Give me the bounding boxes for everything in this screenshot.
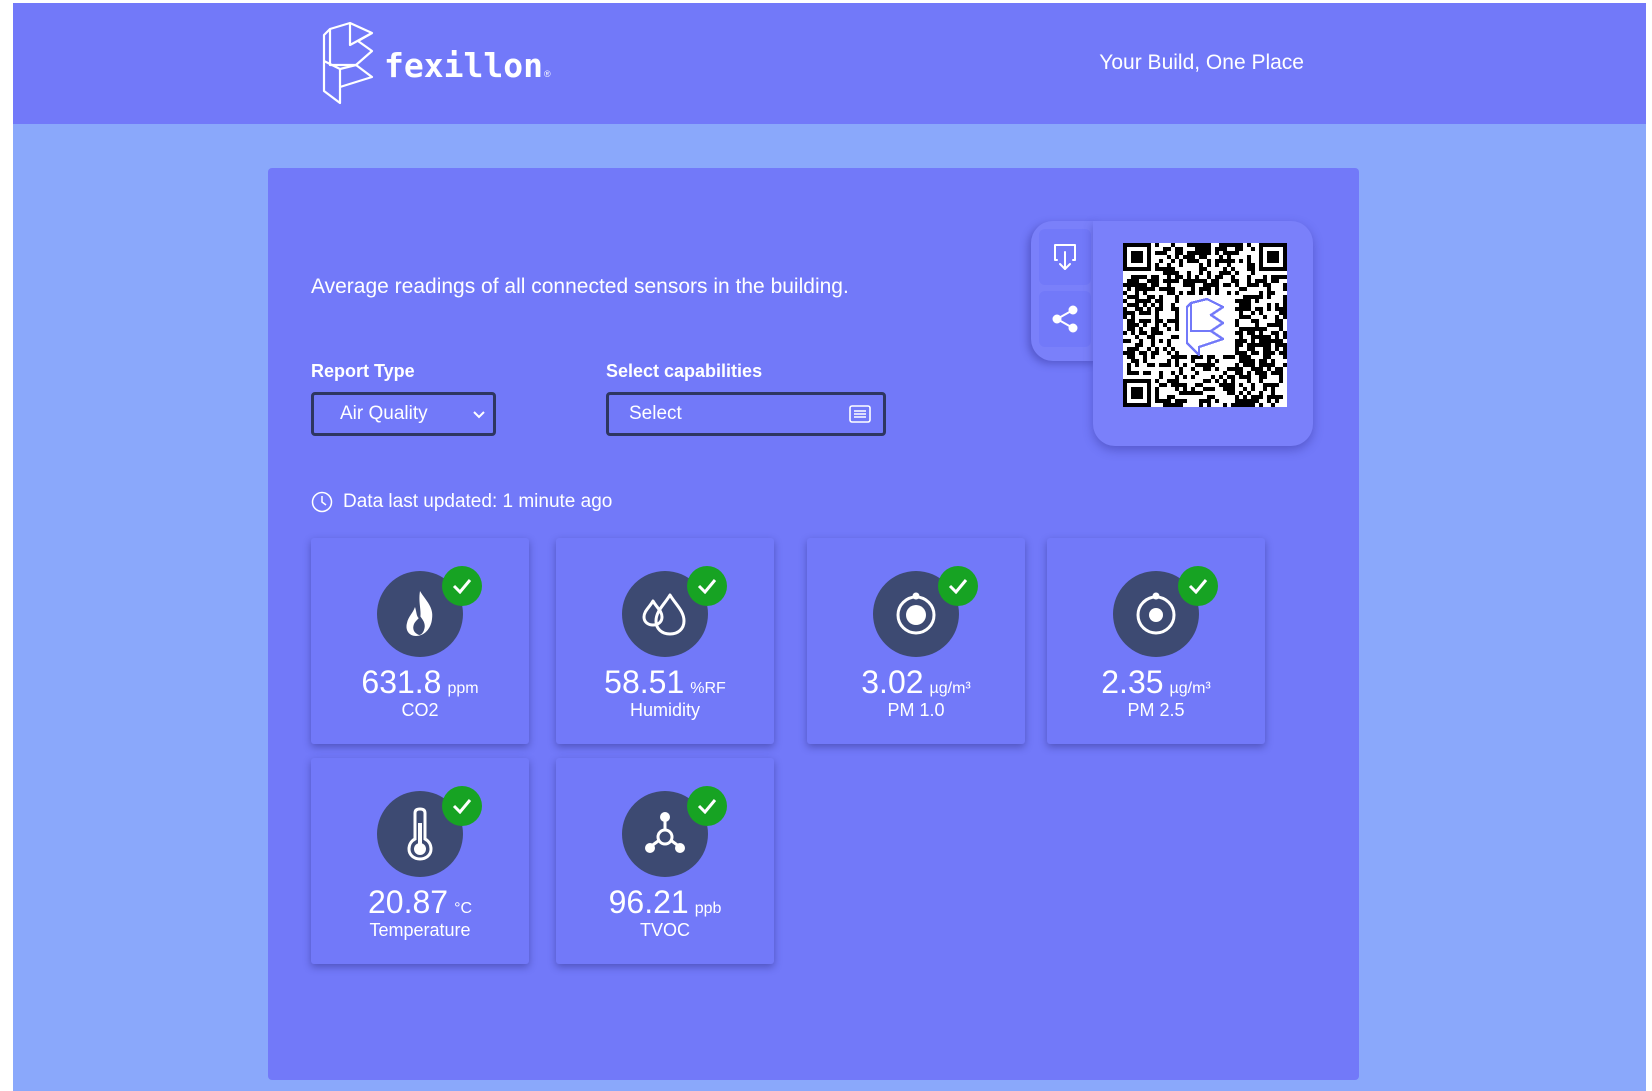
clock-icon — [311, 491, 333, 513]
reading-value: 3.02 — [861, 664, 924, 700]
share-button[interactable] — [1039, 291, 1091, 347]
reading-label: PM 1.0 — [887, 700, 945, 720]
reading-value: 20.87 — [367, 884, 449, 920]
reading-card-temperature[interactable]: 20.87 °C Temperature — [311, 758, 529, 964]
logo-text: fexillon — [384, 46, 543, 85]
status-ok-icon — [687, 566, 727, 606]
qr-actions — [1031, 221, 1099, 361]
chevron-down-icon — [473, 411, 485, 419]
status-ok-icon — [938, 566, 978, 606]
particle-icon — [896, 592, 936, 635]
report-type-value: Air Quality — [340, 403, 428, 424]
qr-card — [1093, 221, 1313, 446]
logo[interactable]: fexillon ® — [320, 21, 551, 106]
reading-unit: µg/m³ — [1169, 680, 1211, 697]
reading-value-row: 58.51 %RF — [556, 666, 774, 698]
reading-value: 631.8 — [361, 664, 442, 700]
thermometer-icon — [407, 807, 433, 861]
report-type-select[interactable]: Air Quality — [311, 392, 496, 436]
reading-value-row: 96.21 ppb — [556, 886, 774, 918]
download-button[interactable] — [1039, 229, 1091, 285]
status-ok-icon — [1178, 566, 1218, 606]
status-ok-icon — [687, 786, 727, 826]
report-type-label: Report Type — [311, 361, 415, 381]
list-icon — [849, 405, 871, 423]
status-ok-icon — [442, 566, 482, 606]
reading-label: Temperature — [369, 920, 471, 940]
fexillon-logo-icon — [322, 21, 374, 105]
molecule-icon — [645, 812, 685, 853]
qr-code[interactable] — [1123, 243, 1287, 407]
reading-value-row: 3.02 µg/m³ — [807, 666, 1025, 698]
logo-registered-mark: ® — [543, 68, 551, 79]
capabilities-label: Select capabilities — [606, 361, 763, 381]
reading-card-tvoc[interactable]: 96.21 ppb TVOC — [556, 758, 774, 964]
reading-value: 96.21 — [608, 884, 689, 920]
reading-label: TVOC — [639, 920, 690, 940]
reading-card-co2[interactable]: 631.8 ppm CO2 — [311, 538, 529, 744]
sensor-panel: Average readings of all connected sensor… — [268, 168, 1359, 1080]
last-updated-text: Data last updated: 1 minute ago — [343, 491, 613, 512]
reading-unit: °C — [454, 900, 473, 917]
reading-value-row: 20.87 °C — [311, 886, 529, 918]
droplets-icon — [642, 593, 686, 636]
reading-card-pm1[interactable]: 3.02 µg/m³ PM 1.0 — [807, 538, 1025, 744]
share-icon — [1052, 305, 1078, 333]
reading-label: PM 2.5 — [1127, 700, 1185, 720]
reading-unit: ppm — [447, 680, 479, 697]
flame-icon — [406, 591, 433, 636]
reading-card-humidity[interactable]: 58.51 %RF Humidity — [556, 538, 774, 744]
reading-label: CO2 — [401, 700, 439, 720]
page: fexillon ® Your Build, One Place Average… — [13, 3, 1646, 1091]
reading-unit: %RF — [690, 680, 726, 697]
reading-card-pm25[interactable]: 2.35 µg/m³ PM 2.5 — [1047, 538, 1265, 744]
qr-share-widget — [1031, 221, 1313, 446]
reading-value: 2.35 — [1101, 664, 1164, 700]
tagline: Your Build, One Place — [1099, 51, 1304, 74]
particle-icon — [1136, 592, 1176, 635]
reading-value-row: 631.8 ppm — [311, 666, 529, 698]
intro-text: Average readings of all connected sensor… — [311, 275, 849, 298]
reading-label: Humidity — [629, 700, 700, 720]
reading-value-row: 2.35 µg/m³ — [1047, 666, 1265, 698]
reading-value: 58.51 — [604, 664, 685, 700]
last-updated: Data last updated: 1 minute ago — [311, 491, 612, 513]
capabilities-select[interactable]: Select — [606, 392, 886, 436]
capabilities-placeholder: Select — [629, 403, 682, 424]
reading-unit: µg/m³ — [929, 680, 971, 697]
top-bar: fexillon ® Your Build, One Place — [13, 3, 1646, 124]
status-ok-icon — [442, 786, 482, 826]
download-icon — [1054, 244, 1076, 270]
reading-unit: ppb — [694, 900, 722, 917]
